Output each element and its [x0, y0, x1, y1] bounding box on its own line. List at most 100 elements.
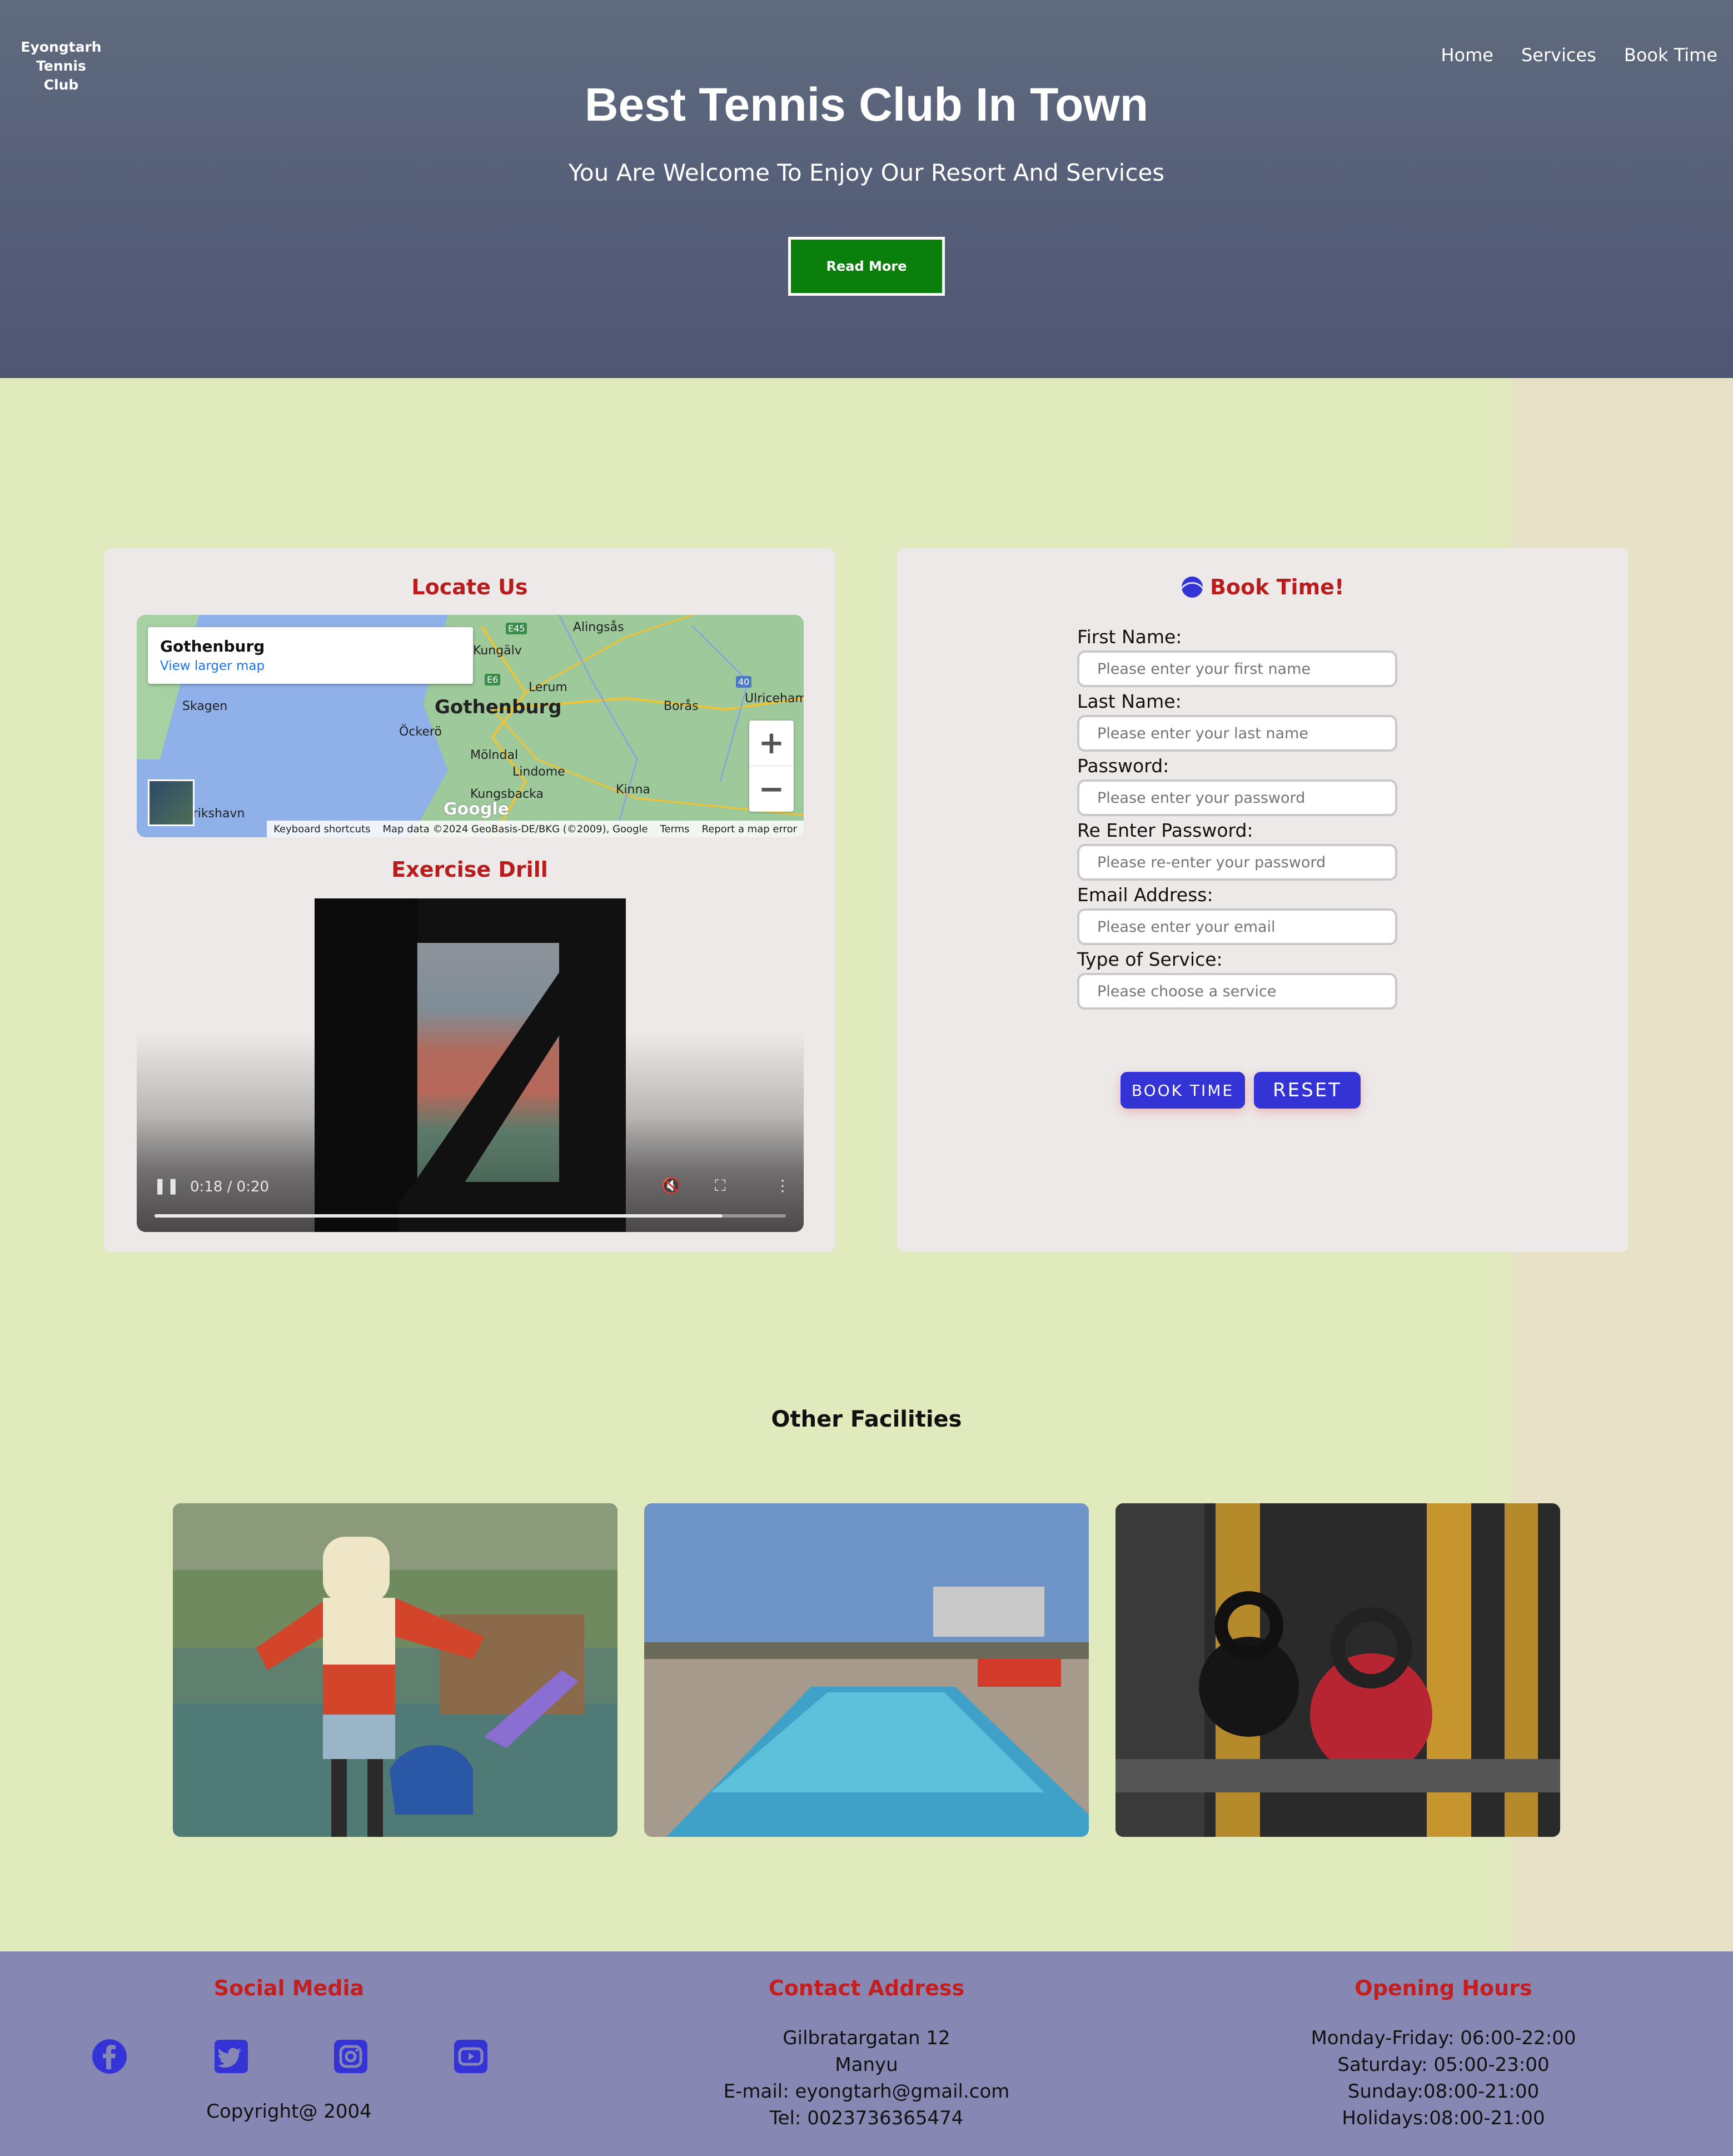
- instagram-icon[interactable]: [332, 2038, 369, 2075]
- opening-hours-title: Opening Hours: [1354, 1976, 1532, 2000]
- service-group: Type of Service:: [1077, 948, 1400, 1013]
- locate-panel: Locate Us Gothenburg View larger map Ali…: [104, 548, 835, 1252]
- map-label: Kungälv: [473, 644, 522, 658]
- map-road-label: 40: [736, 676, 752, 688]
- booking-title-row: Book Time!: [897, 575, 1629, 599]
- video-controls: ❚❚ 0:18 / 0:20 🔇 ⛶ ⋮: [137, 1160, 804, 1232]
- contact-email[interactable]: E-mail: eyongtarh@gmail.com: [644, 2078, 1089, 2105]
- gym-image: [1116, 1503, 1560, 1837]
- map-label: Ulricehamn: [745, 692, 804, 706]
- contact-address: Gilbratargatan 12 Manyu E-mail: eyongtar…: [644, 2025, 1089, 2132]
- twitter-icon[interactable]: [213, 2038, 250, 2075]
- map-footer: Keyboard shortcuts Map data ©2024 GeoBas…: [267, 821, 804, 837]
- pool-image: [644, 1503, 1089, 1837]
- book-time-button[interactable]: BOOK TIME: [1121, 1072, 1245, 1109]
- reenter-password-group: Re Enter Password:: [1077, 819, 1400, 884]
- booking-title: Book Time!: [1209, 575, 1344, 599]
- embedded-map[interactable]: Gothenburg View larger map Alingsås Kung…: [137, 615, 804, 837]
- logo-line-1: Eyongtarh: [21, 39, 102, 55]
- hours-line: Saturday: 05:00-23:00: [1337, 2054, 1550, 2076]
- last-name-field[interactable]: [1077, 715, 1397, 752]
- booking-form: First Name: Last Name: Password: Re Ente…: [1077, 626, 1400, 1013]
- drill-video[interactable]: ❚❚ 0:18 / 0:20 🔇 ⛶ ⋮: [137, 898, 804, 1232]
- read-more-button[interactable]: Read More: [788, 237, 945, 296]
- zoom-out-button[interactable]: −: [749, 766, 794, 812]
- facebook-icon[interactable]: [91, 2038, 128, 2075]
- youtube-icon[interactable]: [452, 2038, 489, 2075]
- first-name-field[interactable]: [1077, 650, 1397, 687]
- nav-book-time[interactable]: Book Time: [1624, 44, 1717, 66]
- reenter-password-label: Re Enter Password:: [1077, 819, 1253, 841]
- drill-title: Exercise Drill: [391, 857, 548, 882]
- map-info-card: Gothenburg View larger map: [148, 627, 473, 684]
- map-report-error-link[interactable]: Report a map error: [702, 823, 797, 835]
- password-field[interactable]: [1077, 779, 1397, 816]
- mute-icon[interactable]: 🔇: [661, 1176, 681, 1195]
- last-name-group: Last Name:: [1077, 690, 1400, 755]
- first-name-group: First Name:: [1077, 626, 1400, 690]
- view-larger-map-link[interactable]: View larger map: [160, 659, 461, 673]
- map-place-name: Gothenburg: [160, 637, 265, 655]
- zoom-in-button[interactable]: +: [749, 721, 794, 766]
- first-name-label: First Name:: [1077, 626, 1182, 648]
- playground-image: [173, 1503, 617, 1837]
- hero-title: Best Tennis Club In Town: [584, 78, 1149, 131]
- map-road-label: E45: [506, 623, 527, 634]
- map-road-label: E6: [485, 674, 501, 685]
- map-keyboard-shortcuts[interactable]: Keyboard shortcuts: [273, 823, 370, 835]
- service-field[interactable]: [1077, 973, 1397, 1010]
- google-logo: Google: [444, 799, 509, 819]
- contact-phone[interactable]: Tel: 0023736365474: [644, 2105, 1089, 2132]
- map-city-label: Gothenburg: [435, 696, 562, 718]
- site-footer: Social Media Copyright@ 2004 Contact Add…: [0, 1951, 1733, 2156]
- password-group: Password:: [1077, 755, 1400, 819]
- service-label: Type of Service:: [1077, 948, 1223, 970]
- map-satellite-toggle[interactable]: [148, 779, 195, 826]
- nav-home[interactable]: Home: [1441, 44, 1493, 66]
- map-label: Lindome: [512, 765, 565, 779]
- hours-line: Monday-Friday: 06:00-22:00: [1311, 2027, 1576, 2049]
- password-label: Password:: [1077, 755, 1169, 777]
- booking-panel: Book Time! First Name: Last Name: Passwo…: [897, 548, 1629, 1252]
- facilities-title: Other Facilities: [771, 1407, 962, 1432]
- map-label: Borås: [664, 699, 699, 713]
- map-label: Kinna: [616, 783, 650, 797]
- playground-photo: [173, 1503, 617, 1837]
- video-time: 0:18 / 0:20: [190, 1179, 270, 1195]
- more-options-icon[interactable]: ⋮: [775, 1176, 790, 1195]
- hours-line: Holidays:08:00-21:00: [1342, 2107, 1545, 2129]
- hero-subtitle: You Are Welcome To Enjoy Our Resort And …: [568, 159, 1165, 186]
- contact-line: Manyu: [835, 2054, 898, 2076]
- nav-services[interactable]: Services: [1521, 44, 1596, 66]
- fullscreen-icon[interactable]: ⛶: [715, 1176, 726, 1195]
- hours-line: Sunday:08:00-21:00: [1347, 2080, 1540, 2103]
- map-label: Öckerö: [399, 725, 442, 739]
- reenter-password-field[interactable]: [1077, 844, 1397, 881]
- gym-photo: [1116, 1503, 1560, 1837]
- social-media-title: Social Media: [213, 1976, 365, 2000]
- opening-hours: Monday-Friday: 06:00-22:00 Saturday: 05:…: [1221, 2025, 1666, 2132]
- contact-address-title: Contact Address: [768, 1976, 965, 2000]
- map-label: Lerum: [529, 680, 567, 694]
- email-group: Email Address:: [1077, 884, 1400, 948]
- last-name-label: Last Name:: [1077, 690, 1182, 712]
- copyright-text: Copyright@ 2004: [206, 2100, 372, 2123]
- main-nav: Home Services Book Time: [1441, 44, 1717, 66]
- locate-title: Locate Us: [411, 575, 528, 599]
- map-label: Mölndal: [470, 748, 519, 762]
- pause-icon[interactable]: ❚❚: [153, 1176, 180, 1195]
- video-progress-fill: [155, 1214, 723, 1218]
- tennis-ball-icon: [1181, 577, 1203, 598]
- reset-button[interactable]: RESET: [1254, 1072, 1361, 1109]
- map-zoom-control: + −: [749, 721, 794, 812]
- map-label: Alingsås: [573, 620, 624, 634]
- video-progress-bar[interactable]: [155, 1214, 786, 1218]
- email-field[interactable]: [1077, 908, 1397, 945]
- contact-line: Gilbratargatan 12: [783, 2027, 950, 2049]
- map-attribution: Map data ©2024 GeoBasis-DE/BKG (©2009), …: [382, 823, 648, 835]
- pool-photo: [644, 1503, 1089, 1837]
- hero-header: Eyongtarh Tennis Club Home Services Book…: [0, 0, 1733, 378]
- email-label: Email Address:: [1077, 884, 1213, 906]
- map-terms-link[interactable]: Terms: [660, 823, 690, 835]
- map-label: Skagen: [182, 699, 228, 713]
